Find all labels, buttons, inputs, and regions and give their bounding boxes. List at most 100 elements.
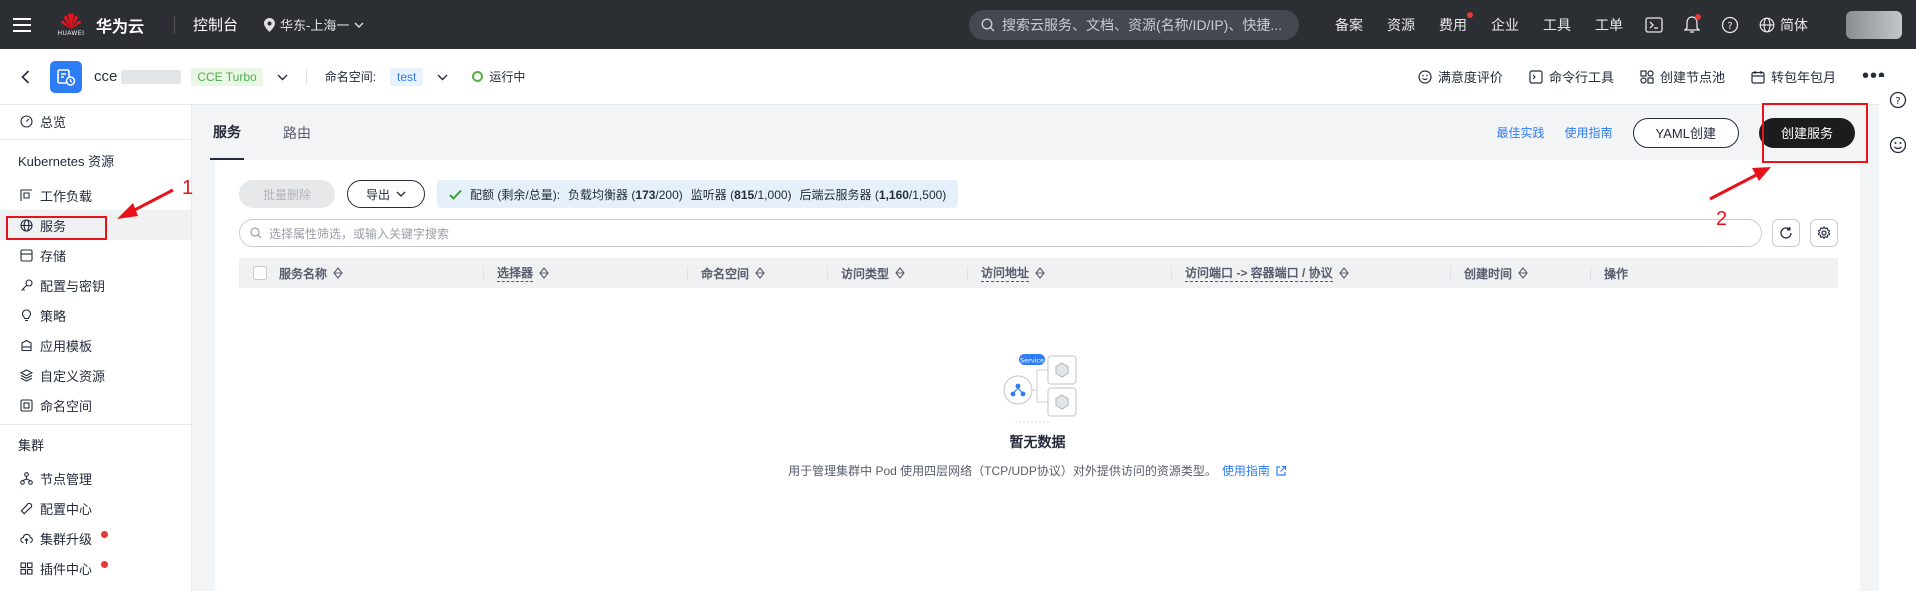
topbar-link-tickets[interactable]: 工单	[1583, 15, 1635, 35]
service-badge: Service	[1019, 357, 1043, 365]
column-namespace[interactable]: 命名空间	[687, 258, 827, 288]
topbar-link-filing[interactable]: 备案	[1323, 15, 1375, 35]
empty-service-illustration: Service	[1002, 354, 1077, 423]
sidebar-item-config-secrets[interactable]: 配置与密钥	[0, 270, 191, 300]
sort-icon	[755, 267, 765, 279]
sidebar-item-nodes[interactable]: 节点管理	[0, 463, 191, 493]
topbar-link-billing[interactable]: 费用	[1427, 11, 1479, 35]
language-selector[interactable]: 简体	[1749, 15, 1818, 35]
console-link[interactable]: 控制台	[193, 14, 238, 35]
back-icon[interactable]	[0, 69, 50, 84]
billing-label: 费用	[1439, 16, 1467, 33]
menu-icon[interactable]	[0, 0, 44, 49]
sidebar-item-overview[interactable]: 总览	[0, 105, 191, 137]
sidebar-item-cluster-upgrade[interactable]: 集群升级	[0, 523, 191, 553]
best-practice-link[interactable]: 最佳实践	[1497, 124, 1545, 141]
batch-delete-button[interactable]: 批量删除	[239, 180, 336, 208]
sidebar-item-custom-resources[interactable]: 自定义资源	[0, 360, 191, 390]
column-ports[interactable]: 访问端口 -> 容器端口 / 协议	[1171, 258, 1450, 288]
empty-guide-link[interactable]: 使用指南	[1222, 462, 1270, 479]
check-icon	[449, 189, 462, 200]
right-rail: ?	[1879, 77, 1916, 591]
divider	[305, 68, 307, 85]
sidebar-item-config-center[interactable]: 配置中心	[0, 493, 191, 523]
empty-description: 用于管理集群中 Pod 使用四层网络（TCP/UDP协议）对外提供访问的资源类型…	[788, 462, 1287, 479]
empty-state: Service 暂无数据 用于管理集群中 Pod 使用四层网络（TCP/UDP协…	[215, 350, 1860, 479]
sidebar-item-label: 集群升级	[40, 531, 93, 547]
create-node-pool-button[interactable]: 创建节点池	[1640, 67, 1725, 86]
help-icon[interactable]: ?	[1889, 91, 1907, 112]
annotation-box-services	[6, 216, 107, 240]
sidebar-item-label: 配置与密钥	[40, 278, 106, 294]
topbar-link-resources[interactable]: 资源	[1375, 15, 1427, 35]
feedback-smile-icon[interactable]	[1889, 136, 1907, 157]
search-icon	[250, 227, 262, 239]
region-name: 华东-上海一	[280, 18, 350, 33]
chevron-down-icon	[354, 22, 364, 28]
tab-ingress[interactable]: 路由	[280, 105, 314, 160]
notification-dot	[1695, 13, 1701, 20]
column-created-time[interactable]: 创建时间	[1450, 258, 1590, 288]
namespace-chevron-icon[interactable]	[437, 69, 448, 84]
yaml-create-button[interactable]: YAML创建	[1632, 117, 1739, 148]
sort-icon	[539, 267, 549, 279]
huawei-logo[interactable]: HUAWEI 华为云	[44, 10, 156, 40]
user-avatar[interactable]	[1846, 10, 1902, 39]
namespace-value[interactable]: test	[390, 67, 424, 86]
sidebar-item-label: 节点管理	[40, 471, 93, 487]
brand-name: 华为云	[96, 18, 145, 36]
refresh-button[interactable]	[1772, 219, 1800, 247]
column-service-name[interactable]: 服务名称	[239, 258, 483, 288]
feedback-button[interactable]: 满意度评价	[1418, 67, 1503, 86]
annotation-number-2: 2	[1716, 208, 1728, 230]
sort-icon	[1035, 267, 1045, 279]
sidebar-item-plugins[interactable]: 插件中心	[0, 553, 191, 583]
topbar-link-tools[interactable]: 工具	[1531, 15, 1583, 35]
terminal-icon	[1529, 69, 1543, 84]
external-link-icon[interactable]	[1275, 465, 1287, 477]
services-panel: 批量删除 导出 配额 (剩余/总量): 负载均衡器 (173/200) 监听器 …	[215, 160, 1860, 591]
table-header: 服务名称 选择器 命名空间 访问类型 访问地址 访问端口 -> 容器端口 / 协…	[239, 258, 1838, 288]
sidebar-item-app-templates[interactable]: 应用模板	[0, 330, 191, 360]
guide-link[interactable]: 使用指南	[1565, 124, 1613, 141]
sidebar-item-namespaces[interactable]: 命名空间	[0, 390, 191, 420]
column-access-type[interactable]: 访问类型	[827, 258, 967, 288]
sidebar-group-cluster: 集群	[18, 437, 45, 453]
column-label: 服务名称	[279, 266, 328, 281]
nodes-icon	[20, 471, 33, 485]
top-links: 备案 资源 费用 企业 工具 工单 ? 简体	[1323, 11, 1818, 35]
global-search-input[interactable]: 搜索云服务、文档、资源(名称/ID/IP)、快捷...	[969, 9, 1299, 40]
bell-icon[interactable]	[1673, 13, 1711, 34]
logo-label: HUAWEI	[57, 31, 85, 37]
sidebar-item-storage[interactable]: 存储	[0, 240, 191, 270]
column-access-address[interactable]: 访问地址	[967, 258, 1171, 288]
notification-dot	[101, 530, 109, 538]
export-button[interactable]: 导出	[347, 180, 426, 208]
lightbulb-icon	[21, 308, 32, 321]
sidebar-item-label: 总览	[40, 114, 67, 130]
topbar-link-enterprise[interactable]: 企业	[1479, 15, 1531, 35]
sidebar-item-label: 配置中心	[40, 501, 93, 517]
list-toolbar: 批量删除 导出 配额 (剩余/总量): 负载均衡器 (173/200) 监听器 …	[239, 180, 959, 208]
cluster-status: 运行中	[472, 68, 525, 85]
select-all-checkbox[interactable]	[253, 266, 267, 280]
filter-search-input[interactable]: 选择属性筛选，或输入关键字搜索	[239, 219, 1762, 247]
column-label: 创建时间	[1464, 266, 1513, 281]
cluster-switch-chevron-icon[interactable]	[277, 69, 288, 84]
empty-title: 暂无数据	[1009, 434, 1066, 450]
column-label: 访问端口 -> 容器端口 / 协议	[1185, 266, 1333, 282]
convert-billing-button[interactable]: 转包年包月	[1751, 67, 1836, 86]
settings-button[interactable]	[1810, 219, 1838, 247]
sidebar-item-workloads[interactable]: 工作负载	[0, 180, 191, 210]
quota-banner: 配额 (剩余/总量): 负载均衡器 (173/200) 监听器 (815/1,0…	[437, 180, 959, 208]
cli-tool-button[interactable]: 命令行工具	[1529, 67, 1614, 86]
column-selector[interactable]: 选择器	[483, 258, 687, 288]
help-icon[interactable]: ?	[1711, 16, 1749, 34]
terminal-icon[interactable]	[1635, 16, 1673, 33]
storage-icon	[20, 248, 33, 262]
cloud-upload-icon	[20, 533, 33, 544]
region-selector[interactable]: 华东-上海一	[264, 15, 364, 34]
template-icon	[21, 339, 32, 351]
sidebar-item-policies[interactable]: 策略	[0, 300, 191, 330]
tab-services[interactable]: 服务	[210, 105, 244, 160]
